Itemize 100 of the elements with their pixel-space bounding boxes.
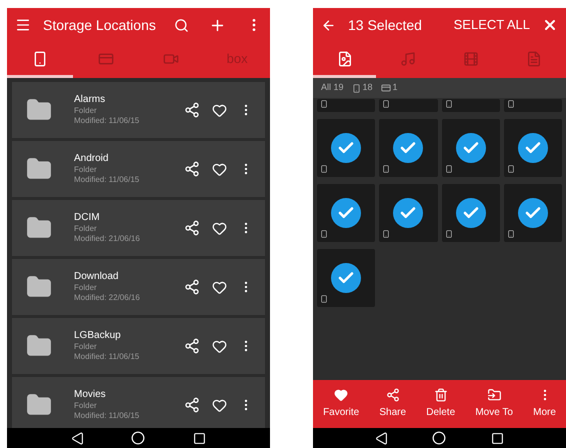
recents-icon[interactable] bbox=[490, 432, 504, 444]
heart-icon[interactable] bbox=[212, 162, 227, 176]
share-icon[interactable] bbox=[184, 279, 200, 295]
folder-name: Download bbox=[74, 270, 120, 284]
screenshot-thumbnail[interactable] bbox=[442, 99, 500, 112]
phone-icon bbox=[444, 229, 452, 239]
share-icon[interactable] bbox=[184, 220, 200, 236]
music-icon bbox=[400, 50, 416, 66]
folder-move-icon bbox=[486, 388, 502, 402]
folder-icon bbox=[24, 333, 54, 359]
image-file-icon bbox=[336, 50, 353, 66]
folder-row[interactable]: Alarms Folder Modified: 11/06/15 bbox=[12, 82, 265, 138]
phone-icon bbox=[506, 164, 515, 174]
share-icon[interactable] bbox=[184, 338, 200, 354]
screenshot-thumbnail[interactable] bbox=[379, 119, 438, 177]
heart-icon bbox=[334, 388, 348, 402]
selection-count: 13 Selected bbox=[348, 16, 423, 34]
modified-date: Modified: 11/06/15 bbox=[74, 352, 140, 362]
screenshot-thumbnail[interactable] bbox=[317, 119, 376, 177]
action-button[interactable]: Share bbox=[379, 388, 406, 420]
folder-icon bbox=[24, 156, 54, 182]
menu-icon[interactable] bbox=[15, 17, 31, 33]
phone-icon bbox=[382, 99, 390, 109]
card-icon bbox=[96, 50, 115, 66]
filter-count[interactable]: All 19 bbox=[321, 81, 344, 95]
screen-title: Storage Locations bbox=[43, 16, 157, 35]
folder-type: Folder bbox=[74, 106, 98, 116]
search-icon[interactable] bbox=[174, 18, 189, 32]
folder-type: Folder bbox=[74, 401, 98, 412]
home-icon[interactable] bbox=[131, 431, 146, 445]
folder-row[interactable]: Android Folder Modified: 11/06/15 bbox=[12, 141, 265, 197]
home-icon[interactable] bbox=[432, 431, 446, 445]
phone-icon bbox=[382, 229, 390, 239]
close-icon[interactable] bbox=[542, 17, 558, 33]
folder-icon bbox=[24, 274, 54, 300]
modified-date: Modified: 11/06/15 bbox=[74, 175, 140, 186]
screenshot-thumbnail[interactable] bbox=[317, 249, 376, 307]
modified-date: Modified: 21/06/16 bbox=[74, 234, 141, 244]
film-icon bbox=[463, 50, 480, 66]
folder-name: LGBackup bbox=[74, 330, 122, 342]
phone-icon bbox=[32, 50, 48, 68]
modified-date: Modified: 22/06/16 bbox=[74, 293, 141, 304]
heart-icon[interactable] bbox=[212, 398, 227, 412]
phone-icon bbox=[444, 99, 452, 109]
phone-icon bbox=[320, 99, 328, 109]
folder-type: Folder bbox=[74, 224, 98, 234]
heart-icon[interactable] bbox=[212, 338, 227, 354]
filter-count[interactable]: 1 bbox=[392, 81, 398, 95]
screenshot-thumbnail[interactable] bbox=[442, 184, 500, 242]
screenshot-thumbnail[interactable] bbox=[504, 99, 562, 112]
select-all-button[interactable]: SELECT ALL bbox=[454, 15, 530, 35]
phone-icon bbox=[320, 229, 328, 239]
card-icon bbox=[380, 83, 391, 93]
filter-count[interactable]: 18 bbox=[362, 81, 373, 95]
action-button[interactable]: More bbox=[533, 388, 556, 420]
phone-icon bbox=[320, 164, 328, 174]
document-icon bbox=[526, 50, 542, 66]
recents-icon[interactable] bbox=[193, 432, 206, 444]
screenshot-thumbnail[interactable] bbox=[504, 119, 562, 177]
modified-date: Modified: 11/06/15 bbox=[74, 411, 140, 422]
share-icon[interactable] bbox=[184, 161, 200, 177]
folder-name: Alarms bbox=[74, 94, 106, 106]
back-icon[interactable] bbox=[375, 432, 388, 444]
folder-type: Folder bbox=[74, 283, 98, 294]
folder-icon bbox=[24, 215, 54, 241]
phone-icon bbox=[320, 294, 328, 304]
folder-icon bbox=[24, 392, 54, 418]
folder-name: DCIM bbox=[74, 212, 101, 224]
screenshot-thumbnail[interactable] bbox=[317, 184, 376, 242]
folder-icon bbox=[24, 97, 54, 123]
folder-row[interactable]: Movies Folder Modified: 11/06/15 bbox=[12, 377, 265, 428]
share-icon bbox=[386, 388, 400, 402]
folder-name: Android bbox=[74, 152, 110, 166]
action-button[interactable]: Delete bbox=[426, 388, 456, 420]
folder-row[interactable]: DCIM Folder Modified: 21/06/16 bbox=[12, 200, 265, 256]
screenshot-thumbnail[interactable] bbox=[379, 99, 438, 112]
screenshot-thumbnail[interactable] bbox=[379, 184, 438, 242]
folder-row[interactable]: LGBackup Folder Modified: 11/06/15 bbox=[12, 318, 265, 374]
folder-row[interactable]: Download Folder Modified: 22/06/16 bbox=[12, 259, 265, 315]
action-button[interactable]: Favorite bbox=[323, 388, 360, 420]
share-icon[interactable] bbox=[184, 102, 200, 118]
phone-icon bbox=[506, 229, 515, 239]
folder-type: Folder bbox=[74, 165, 98, 176]
heart-icon[interactable] bbox=[212, 280, 227, 294]
folder-type: Folder bbox=[74, 342, 98, 352]
back-icon[interactable] bbox=[70, 432, 84, 444]
phone-icon bbox=[444, 164, 452, 174]
modified-date: Modified: 11/06/15 bbox=[74, 116, 140, 126]
heart-icon[interactable] bbox=[212, 220, 227, 236]
phone-icon bbox=[352, 82, 361, 94]
phone-icon bbox=[382, 164, 390, 174]
trash-icon bbox=[434, 388, 448, 402]
action-button[interactable]: Move To bbox=[475, 388, 513, 420]
share-icon[interactable] bbox=[184, 397, 200, 413]
screenshot-thumbnail[interactable] bbox=[317, 99, 376, 112]
heart-icon[interactable] bbox=[212, 102, 227, 118]
screenshot-thumbnail[interactable] bbox=[442, 119, 500, 177]
phone-icon bbox=[506, 99, 515, 109]
screenshot-thumbnail[interactable] bbox=[504, 184, 562, 242]
folder-name: Movies bbox=[74, 388, 107, 402]
